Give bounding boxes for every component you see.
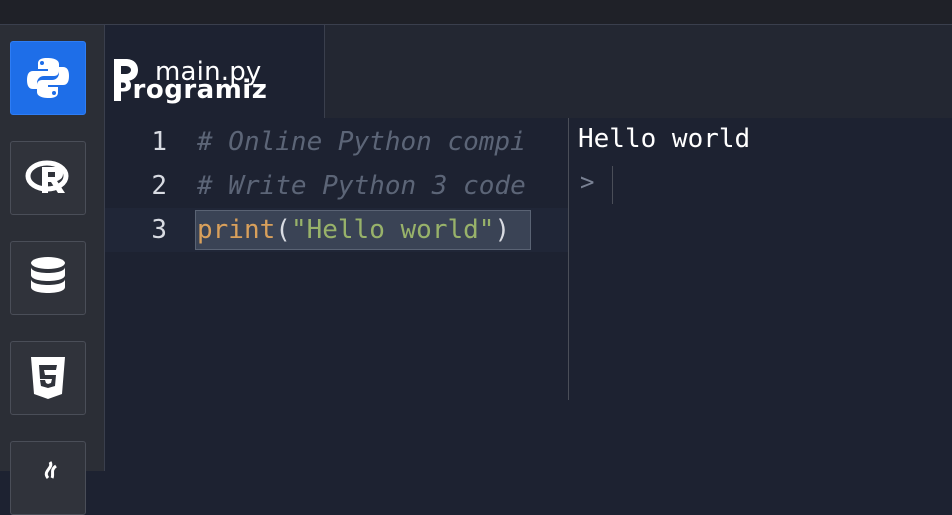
- sidebar-item-java[interactable]: [10, 441, 86, 515]
- code-function: print: [197, 215, 276, 245]
- code-string: "Hello world": [290, 215, 495, 245]
- sidebar-item-sql[interactable]: [10, 241, 86, 315]
- tab-filename: main.py: [155, 57, 262, 87]
- sidebar-item-html[interactable]: [10, 341, 86, 415]
- line-number: 1: [151, 127, 167, 157]
- code-comment: # Online Python compi: [197, 127, 526, 157]
- output-console[interactable]: Hello world >: [569, 118, 952, 471]
- java-icon: [44, 461, 57, 479]
- output-text: Hello world: [578, 124, 751, 154]
- language-sidebar: [0, 25, 105, 515]
- code-paren-close: ): [494, 215, 511, 245]
- code-statement: print("Hello world"): [197, 208, 510, 252]
- top-bar: [0, 0, 952, 25]
- python-icon: [27, 58, 69, 98]
- code-comment: # Write Python 3 code: [197, 171, 526, 201]
- code-editor[interactable]: 1 # Online Python compi 2 # Write Python…: [105, 118, 568, 471]
- database-icon: [31, 257, 65, 293]
- line-number: 3: [151, 215, 167, 245]
- r-icon: [25, 160, 69, 193]
- file-tab[interactable]: Programiz main.py: [105, 25, 325, 118]
- code-line: 2 # Write Python 3 code: [105, 164, 568, 208]
- code-line: 1 # Online Python compi: [105, 120, 568, 164]
- line-number: 2: [151, 171, 167, 201]
- console-prompt: >: [580, 168, 595, 196]
- sidebar-item-python[interactable]: [10, 41, 86, 115]
- sidebar-item-r[interactable]: [10, 141, 86, 215]
- tab-bar: [325, 25, 952, 119]
- code-paren-open: (: [275, 215, 291, 245]
- html5-icon: [31, 357, 65, 399]
- console-cursor: [612, 166, 613, 204]
- code-line-current: 3 print("Hello world"): [105, 208, 568, 252]
